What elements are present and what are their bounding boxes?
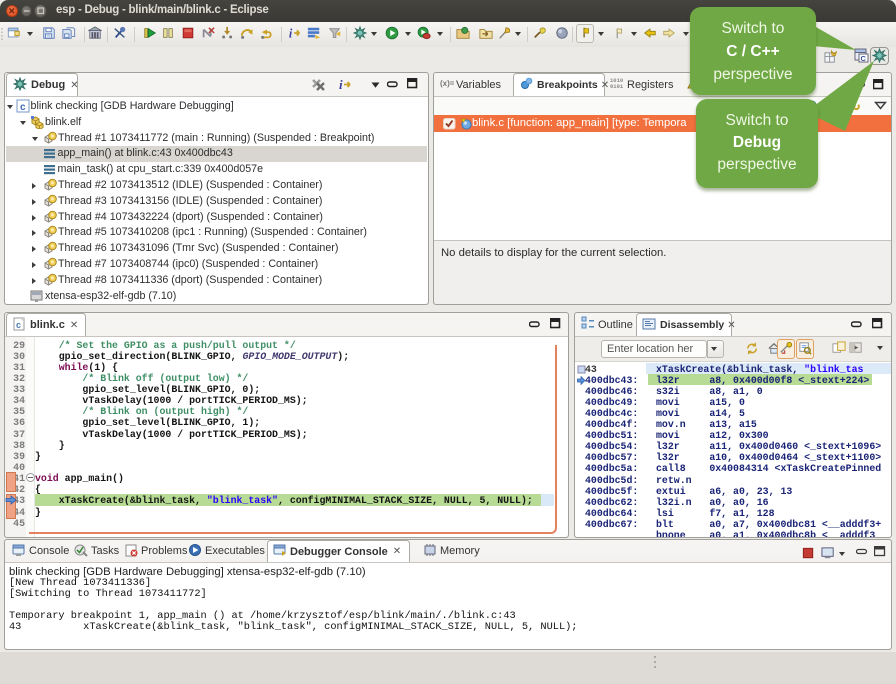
- svg-text:c: c: [20, 102, 26, 113]
- svg-text:c: c: [16, 320, 21, 330]
- svg-text:i: i: [339, 77, 343, 92]
- svg-text:(x)=: (x)=: [440, 79, 454, 88]
- svg-text:C: C: [861, 54, 867, 63]
- svg-text:0101: 0101: [610, 83, 624, 90]
- svg-text:i: i: [289, 26, 293, 40]
